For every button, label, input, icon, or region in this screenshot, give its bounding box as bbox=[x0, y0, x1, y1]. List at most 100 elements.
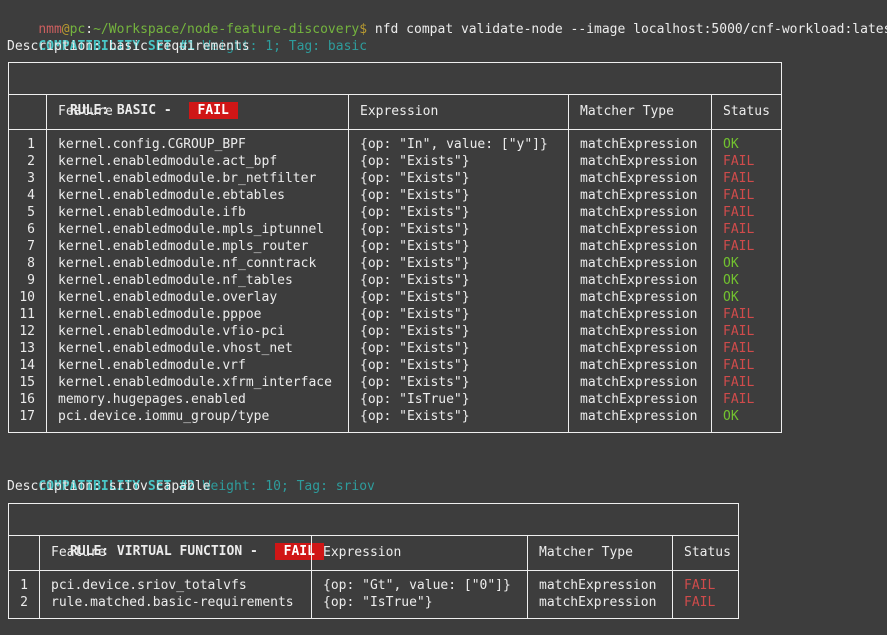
cell-feature: kernel.enabledmodule.ifb bbox=[47, 204, 348, 221]
cell-n: 5 bbox=[9, 204, 46, 221]
cell-status: FAIL bbox=[712, 357, 781, 374]
command-text: nfd compat validate-node --image localho… bbox=[367, 22, 887, 37]
cell-n: 10 bbox=[9, 289, 46, 306]
cell-feature: kernel.enabledmodule.overlay bbox=[47, 289, 348, 306]
cell-expression: {op: "Exists"} bbox=[349, 323, 568, 340]
cell-expression: {op: "IsTrue"} bbox=[349, 391, 568, 408]
cell-matcher: matchExpression bbox=[569, 340, 711, 357]
prompt-line: nmm@pc:~/Workspace/node-feature-discover… bbox=[7, 4, 887, 21]
cell-status: FAIL bbox=[673, 594, 738, 611]
cell-status: FAIL bbox=[712, 187, 781, 204]
cell-expression: {op: "Exists"} bbox=[349, 204, 568, 221]
table-column-matcher: matchExpressionmatchExpression bbox=[527, 571, 672, 618]
cell-expression: {op: "Exists"} bbox=[349, 170, 568, 187]
cell-expression: {op: "Exists"} bbox=[349, 306, 568, 323]
prompt-dollar: $ bbox=[359, 22, 367, 37]
cell-matcher: matchExpression bbox=[569, 306, 711, 323]
table-column-feature: kernel.config.CGROUP_BPFkernel.enabledmo… bbox=[46, 130, 348, 432]
terminal[interactable]: nmm@pc:~/Workspace/node-feature-discover… bbox=[0, 0, 887, 619]
cell-feature: memory.hugepages.enabled bbox=[47, 391, 348, 408]
cell-matcher: matchExpression bbox=[569, 238, 711, 255]
set2-description: Description: sriov capable bbox=[7, 478, 887, 495]
cell-matcher: matchExpression bbox=[569, 153, 711, 170]
table-column-expression: {op: "In", value: ["y"]}{op: "Exists"}{o… bbox=[348, 130, 568, 432]
cell-n: 16 bbox=[9, 391, 46, 408]
table-column-status: OKFAILFAILFAILFAILFAILFAILOKOKOKFAILFAIL… bbox=[711, 130, 781, 432]
cell-expression: {op: "Exists"} bbox=[349, 238, 568, 255]
cell-feature: pci.device.iommu_group/type bbox=[47, 408, 348, 425]
cell-n: 3 bbox=[9, 170, 46, 187]
column-header-expression: Expression bbox=[311, 536, 527, 570]
cell-feature: kernel.enabledmodule.br_netfilter bbox=[47, 170, 348, 187]
cell-expression: {op: "Exists"} bbox=[349, 408, 568, 425]
cell-n: 8 bbox=[9, 255, 46, 272]
cell-n: 11 bbox=[9, 306, 46, 323]
cell-feature: rule.matched.basic-requirements bbox=[40, 594, 311, 611]
cell-n: 12 bbox=[9, 323, 46, 340]
cell-expression: {op: "Exists"} bbox=[349, 187, 568, 204]
column-header-feature: Feature bbox=[39, 536, 311, 570]
column-header-index bbox=[9, 536, 39, 570]
rule-table-virtual-function: RULE: VIRTUAL FUNCTION - FAIL Feature Ex… bbox=[8, 503, 739, 619]
cell-expression: {op: "IsTrue"} bbox=[312, 594, 527, 611]
cell-n: 15 bbox=[9, 374, 46, 391]
cell-feature: kernel.enabledmodule.vrf bbox=[47, 357, 348, 374]
cell-matcher: matchExpression bbox=[569, 391, 711, 408]
cell-status: FAIL bbox=[712, 340, 781, 357]
cell-n: 7 bbox=[9, 238, 46, 255]
prompt-host: pc bbox=[70, 22, 86, 37]
cell-feature: kernel.enabledmodule.nf_conntrack bbox=[47, 255, 348, 272]
cell-n: 17 bbox=[9, 408, 46, 425]
cell-expression: {op: "Exists"} bbox=[349, 255, 568, 272]
column-header-matcher: Matcher Type bbox=[568, 95, 711, 129]
cell-status: OK bbox=[712, 272, 781, 289]
cell-status: OK bbox=[712, 289, 781, 306]
column-header-feature: Feature bbox=[46, 95, 348, 129]
cell-n: 1 bbox=[9, 577, 39, 594]
cell-status: FAIL bbox=[712, 221, 781, 238]
cell-feature: kernel.enabledmodule.act_bpf bbox=[47, 153, 348, 170]
cell-n: 4 bbox=[9, 187, 46, 204]
cell-status: FAIL bbox=[712, 170, 781, 187]
cell-expression: {op: "Exists"} bbox=[349, 221, 568, 238]
column-header-expression: Expression bbox=[348, 95, 568, 129]
cell-feature: kernel.enabledmodule.ebtables bbox=[47, 187, 348, 204]
cell-expression: {op: "Exists"} bbox=[349, 272, 568, 289]
table-header-row: Feature Expression Matcher Type Status bbox=[9, 95, 781, 130]
prompt-user: nmm bbox=[38, 22, 61, 37]
cell-matcher: matchExpression bbox=[569, 323, 711, 340]
set2-header-line: COMPATIBILITY SET #2 Weight: 10; Tag: sr… bbox=[7, 461, 887, 478]
cell-expression: {op: "Exists"} bbox=[349, 289, 568, 306]
cell-matcher: matchExpression bbox=[569, 255, 711, 272]
cell-n: 2 bbox=[9, 594, 39, 611]
table-body: 1234567891011121314151617kernel.config.C… bbox=[9, 130, 781, 432]
rule-title-basic: RULE: BASIC - FAIL bbox=[9, 63, 781, 95]
cell-status: FAIL bbox=[712, 323, 781, 340]
cell-matcher: matchExpression bbox=[528, 577, 672, 594]
cell-status: OK bbox=[712, 136, 781, 153]
cell-matcher: matchExpression bbox=[569, 170, 711, 187]
cell-feature: kernel.enabledmodule.mpls_iptunnel bbox=[47, 221, 348, 238]
cell-expression: {op: "Gt", value: ["0"]} bbox=[312, 577, 527, 594]
rule-table-basic: RULE: BASIC - FAIL Feature Expression Ma… bbox=[8, 62, 782, 433]
cell-n: 9 bbox=[9, 272, 46, 289]
cell-n: 6 bbox=[9, 221, 46, 238]
prompt-colon: : bbox=[85, 22, 93, 37]
table-header-row: Feature Expression Matcher Type Status bbox=[9, 536, 738, 571]
table-column-matcher: matchExpressionmatchExpressionmatchExpre… bbox=[568, 130, 711, 432]
cell-status: FAIL bbox=[712, 153, 781, 170]
table-column-expression: {op: "Gt", value: ["0"]}{op: "IsTrue"} bbox=[311, 571, 527, 618]
cell-matcher: matchExpression bbox=[569, 357, 711, 374]
cell-matcher: matchExpression bbox=[569, 374, 711, 391]
cell-status: OK bbox=[712, 255, 781, 272]
cell-matcher: matchExpression bbox=[569, 221, 711, 238]
column-header-index bbox=[9, 95, 46, 129]
cell-n: 2 bbox=[9, 153, 46, 170]
cell-matcher: matchExpression bbox=[569, 136, 711, 153]
table-column-feature: pci.device.sriov_totalvfsrule.matched.ba… bbox=[39, 571, 311, 618]
cell-matcher: matchExpression bbox=[569, 187, 711, 204]
cell-feature: kernel.enabledmodule.pppoe bbox=[47, 306, 348, 323]
cell-status: FAIL bbox=[712, 238, 781, 255]
prompt-path: ~/Workspace/node-feature-discovery bbox=[93, 22, 359, 37]
column-header-matcher: Matcher Type bbox=[527, 536, 672, 570]
